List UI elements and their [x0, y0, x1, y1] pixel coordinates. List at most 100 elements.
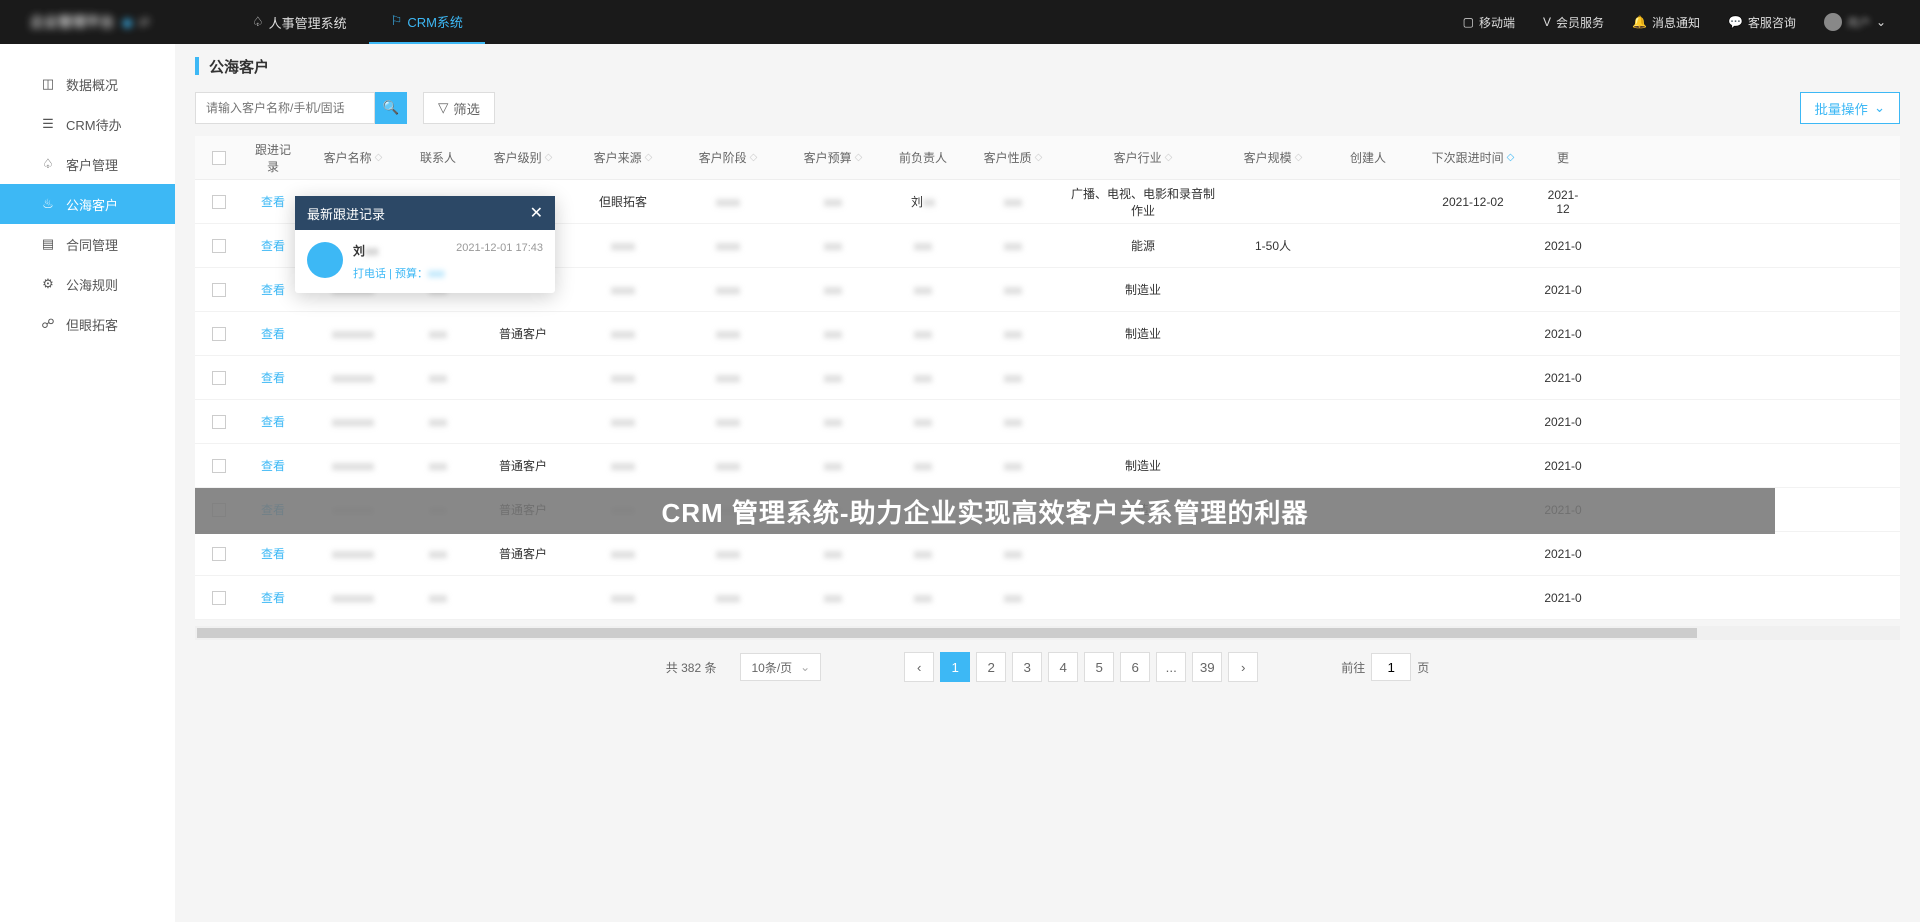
topnav-crm[interactable]: ⚐ CRM系统 — [369, 0, 485, 44]
cell-budget: xxx — [783, 371, 883, 385]
sidebar-item-danyan[interactable]: ☍但眼拓客 — [0, 304, 175, 344]
row-checkbox[interactable] — [212, 371, 226, 385]
th-stage[interactable]: 客户阶段◇ — [673, 149, 783, 166]
table: 跟进记录 客户名称◇ 联系人 客户级别◇ 客户来源◇ 客户阶段◇ 客户预算◇ 前… — [195, 136, 1900, 620]
topnav-hr[interactable]: ♤ 人事管理系统 — [230, 0, 369, 44]
swap-icon[interactable]: ⇄ — [139, 14, 150, 30]
th-scale-label: 客户规模 — [1244, 149, 1292, 166]
cell-level: 普通客户 — [473, 545, 573, 562]
pager-page[interactable]: ... — [1156, 652, 1186, 682]
cell-source: xxxx — [573, 459, 673, 473]
cell-more: 2021-0 — [1533, 239, 1593, 253]
row-checkbox[interactable] — [212, 239, 226, 253]
user-name: 用户 — [1847, 14, 1871, 31]
sidebar-item-sea[interactable]: ♨ 公海客户 — [0, 184, 175, 224]
cell-nature: xxx — [963, 327, 1063, 341]
view-link[interactable]: 查看 — [261, 281, 285, 298]
view-link[interactable]: 查看 — [261, 589, 285, 606]
scrollbar-thumb[interactable] — [197, 628, 1697, 638]
cell-industry: 制造业 — [1063, 457, 1223, 474]
pager-page[interactable]: 3 — [1012, 652, 1042, 682]
filter-button[interactable]: ▽筛选 — [423, 92, 495, 124]
th-budget[interactable]: 客户预算◇ — [783, 149, 883, 166]
search-box: 🔍 — [195, 92, 407, 124]
pager-next[interactable]: › — [1228, 652, 1258, 682]
sort-icon: ◇ — [545, 152, 553, 163]
pager-page[interactable]: 5 — [1084, 652, 1114, 682]
sidebar-item-customer[interactable]: ♤客户管理 — [0, 144, 175, 184]
sidebar-item-todo[interactable]: ☰CRM待办 — [0, 104, 175, 144]
row-checkbox[interactable] — [212, 591, 226, 605]
cell-name: xxxxxxx — [332, 547, 374, 561]
pager-prev[interactable]: ‹ — [904, 652, 934, 682]
close-icon[interactable]: ✕ — [530, 203, 543, 223]
overview-label: 数据概况 — [66, 75, 118, 94]
pager-page[interactable]: 6 — [1120, 652, 1150, 682]
view-link[interactable]: 查看 — [261, 193, 285, 210]
cell-source: xxxx — [573, 327, 673, 341]
batch-button[interactable]: 批量操作⌄ — [1800, 92, 1900, 124]
sort-icon: ◇ — [645, 152, 653, 163]
cell-name: xxxxxxx — [332, 459, 374, 473]
view-link[interactable]: 查看 — [261, 457, 285, 474]
row-checkbox[interactable] — [212, 459, 226, 473]
th-name[interactable]: 客户名称◇ — [303, 149, 403, 166]
cell-more: 2021-0 — [1533, 591, 1593, 605]
horizontal-scrollbar[interactable] — [195, 626, 1900, 640]
view-link[interactable]: 查看 — [261, 237, 285, 254]
toolbar: 🔍 ▽筛选 批量操作⌄ — [175, 88, 1920, 128]
support-link[interactable]: 💬客服咨询 — [1714, 14, 1810, 31]
sidebar-item-contract[interactable]: ▤合同管理 — [0, 224, 175, 264]
cell-stage: xxxx — [673, 239, 783, 253]
page-size-label: 10条/页 — [751, 659, 792, 676]
view-link[interactable]: 查看 — [261, 413, 285, 430]
th-nature-label: 客户性质 — [984, 149, 1032, 166]
th-stage-label: 客户阶段 — [699, 149, 747, 166]
cell-source: xxxx — [573, 547, 673, 561]
pager-page[interactable]: 1 — [940, 652, 970, 682]
cell-nature: xxx — [963, 371, 1063, 385]
row-checkbox[interactable] — [212, 195, 226, 209]
th-industry[interactable]: 客户行业◇ — [1063, 149, 1223, 166]
pager-page[interactable]: 4 — [1048, 652, 1078, 682]
user-menu[interactable]: 用户 ⌄ — [1810, 13, 1900, 31]
checkbox-all[interactable] — [212, 151, 226, 165]
notice-link[interactable]: 🔔消息通知 — [1618, 14, 1714, 31]
pager-jump-input[interactable] — [1371, 653, 1411, 681]
pager-page[interactable]: 2 — [976, 652, 1006, 682]
th-track[interactable]: 跟进记录 — [243, 141, 303, 175]
th-scale[interactable]: 客户规模◇ — [1223, 149, 1323, 166]
chevron-down-icon: ⌄ — [1876, 15, 1886, 29]
cell-budget: xxx — [783, 415, 883, 429]
sort-icon: ◇ — [1035, 152, 1043, 163]
row-checkbox[interactable] — [212, 327, 226, 341]
search-button[interactable]: 🔍 — [375, 92, 407, 124]
sidebar-item-overview[interactable]: ◫数据概况 — [0, 64, 175, 104]
th-source[interactable]: 客户来源◇ — [573, 149, 673, 166]
sea-icon: ♨ — [40, 196, 56, 212]
sea-label: 公海客户 — [66, 195, 118, 214]
th-nature[interactable]: 客户性质◇ — [963, 149, 1063, 166]
view-link[interactable]: 查看 — [261, 545, 285, 562]
member-link[interactable]: V会员服务 — [1529, 14, 1618, 31]
row-checkbox[interactable] — [212, 283, 226, 297]
popup-avatar — [307, 242, 343, 278]
cell-contact: xxx — [429, 591, 447, 605]
pager-page[interactable]: 39 — [1192, 652, 1222, 682]
row-checkbox[interactable] — [212, 547, 226, 561]
th-level[interactable]: 客户级别◇ — [473, 149, 573, 166]
search-input[interactable] — [195, 92, 375, 124]
row-checkbox[interactable] — [212, 415, 226, 429]
th-next[interactable]: 下次跟进时间◇ — [1413, 149, 1533, 166]
cell-more: 2021-0 — [1533, 327, 1593, 341]
view-link[interactable]: 查看 — [261, 369, 285, 386]
mobile-link[interactable]: ▢移动端 — [1449, 14, 1529, 31]
cell-prev: xxx — [883, 283, 963, 297]
pager-numbers: 123456...39 — [937, 652, 1225, 682]
sort-icon: ◇ — [855, 152, 863, 163]
view-link[interactable]: 查看 — [261, 325, 285, 342]
cell-stage: xxxx — [673, 547, 783, 561]
cell-industry: 能源 — [1063, 237, 1223, 254]
page-size-select[interactable]: 10条/页 ⌄ — [740, 653, 821, 681]
sidebar-item-searule[interactable]: ⚙公海规则 — [0, 264, 175, 304]
